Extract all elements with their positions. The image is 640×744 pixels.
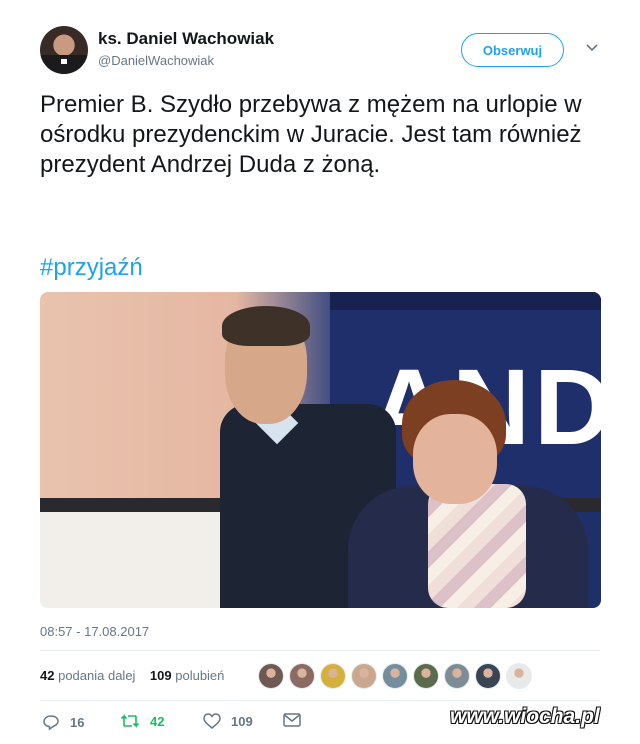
tweet-stats[interactable]: 42 podania dalej 109 polubień xyxy=(40,668,224,683)
author-avatar[interactable] xyxy=(40,26,88,74)
liker-avatar[interactable] xyxy=(475,663,501,689)
liker-avatars[interactable] xyxy=(258,663,537,689)
reply-button[interactable]: 16 xyxy=(42,713,84,731)
tweet-photo[interactable]: ANDR xyxy=(40,292,601,608)
liker-avatar[interactable] xyxy=(413,663,439,689)
retweets-label: podania dalej xyxy=(58,668,136,683)
liker-avatar[interactable] xyxy=(351,663,377,689)
photo-woman-face xyxy=(413,414,497,504)
retweet-icon xyxy=(120,714,140,728)
liker-avatar[interactable] xyxy=(289,663,315,689)
likes-count: 109 xyxy=(149,668,172,683)
hashtag-link[interactable]: #przyjaźń xyxy=(40,253,143,283)
watermark: www.wiocha.pl xyxy=(450,705,600,728)
like-count: 109 xyxy=(231,713,253,729)
retweet-count: 42 xyxy=(150,713,165,729)
follow-button[interactable]: Obserwuj xyxy=(461,33,564,67)
reply-icon xyxy=(43,715,59,731)
like-button[interactable]: 109 xyxy=(203,713,253,729)
photo-man-hair xyxy=(222,306,310,346)
liker-avatar[interactable] xyxy=(320,663,346,689)
avatar-coat xyxy=(40,54,88,74)
liker-avatar[interactable] xyxy=(382,663,408,689)
divider-top xyxy=(40,650,600,651)
tweet-text: Premier B. Szydło przebywa z mężem na ur… xyxy=(40,91,582,178)
tweet-timestamp[interactable]: 08:57 - 17.08.2017 xyxy=(40,624,149,639)
retweets-count: 42 xyxy=(40,668,55,683)
liker-avatar[interactable] xyxy=(444,663,470,689)
direct-message-button[interactable] xyxy=(283,713,311,727)
divider-bottom xyxy=(40,700,600,701)
author-handle[interactable]: @DanielWachowiak xyxy=(98,53,214,68)
avatar-collar xyxy=(61,59,67,64)
chevron-down-icon[interactable] xyxy=(586,44,598,52)
reply-count: 16 xyxy=(70,714,85,730)
liker-avatar[interactable] xyxy=(258,663,284,689)
heart-icon xyxy=(203,713,221,729)
likes-label: polubień xyxy=(175,668,225,683)
liker-avatar[interactable] xyxy=(506,663,532,689)
envelope-icon xyxy=(283,713,301,727)
retweet-button[interactable]: 42 xyxy=(120,713,164,729)
author-name[interactable]: ks. Daniel Wachowiak xyxy=(98,29,274,49)
